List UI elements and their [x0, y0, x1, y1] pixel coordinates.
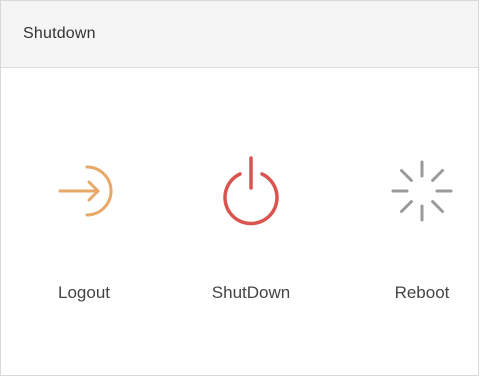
logout-button[interactable]: Logout	[14, 146, 154, 302]
logout-label: Logout	[58, 283, 110, 302]
shutdown-panel: Shutdown Logout ShutDown Reboot	[0, 0, 479, 376]
shutdown-button[interactable]: ShutDown	[181, 146, 321, 302]
panel-title: Shutdown	[23, 25, 96, 42]
reboot-spinner-icon	[391, 160, 453, 222]
actions-area: Logout ShutDown Reboot	[1, 68, 478, 376]
reboot-label: Reboot	[394, 283, 450, 302]
shutdown-label: ShutDown	[211, 283, 291, 302]
panel-header: Shutdown	[1, 1, 478, 68]
logout-icon	[58, 165, 113, 217]
reboot-button[interactable]: Reboot	[352, 146, 481, 302]
power-icon	[223, 156, 279, 226]
